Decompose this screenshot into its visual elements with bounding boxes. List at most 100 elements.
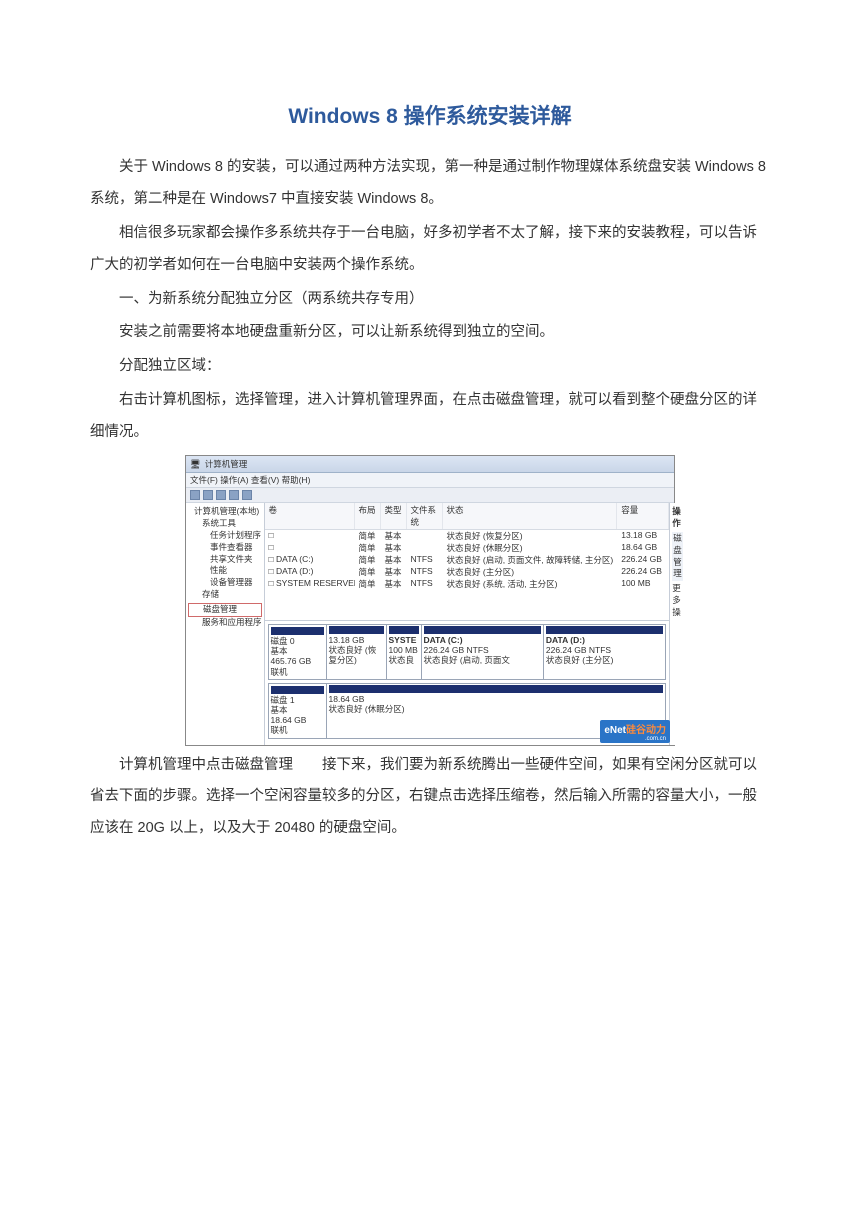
cell: NTFS — [407, 578, 443, 590]
part-title: DATA (D:) — [546, 635, 663, 645]
cell: 状态良好 (系统, 活动, 主分区) — [443, 578, 618, 590]
cell: 状态良好 (启动, 页面文件, 故障转储, 主分区) — [443, 554, 618, 566]
window-title: 计算机管理 — [205, 458, 248, 470]
part-status: 状态良好 (休眠分区) — [329, 704, 664, 714]
volume-row[interactable]: □ DATA (D:) 简单 基本 NTFS 状态良好 (主分区) 226.24… — [265, 566, 670, 578]
partition[interactable]: DATA (D:) 226.24 GB NTFS 状态良好 (主分区) — [544, 625, 665, 679]
paragraph-3: 安装之前需要将本地硬盘重新分区，可以让新系统得到独立的空间。 — [90, 317, 770, 349]
cell: □ DATA (C:) — [265, 554, 355, 566]
volume-row[interactable]: □ 简单 基本 状态良好 (恢复分区) 13.18 GB — [265, 530, 670, 542]
disk-status: 联机 — [271, 725, 324, 735]
actions-item[interactable]: 磁盘管理 — [672, 532, 683, 582]
col-fs[interactable]: 文件系统 — [407, 503, 443, 529]
cell: □ — [265, 530, 355, 542]
disk-size: 465.76 GB — [271, 656, 324, 666]
tree-device-manager[interactable]: 设备管理器 — [188, 577, 262, 589]
cell: NTFS — [407, 554, 443, 566]
disk-1-header: 磁盘 1 基本 18.64 GB 联机 — [269, 684, 327, 738]
toolbar[interactable] — [186, 488, 674, 503]
paragraph-6: 计算机管理中点击磁盘管理 接下来，我们要为新系统腾出一些硬件空间，如果有空闲分区… — [90, 750, 770, 846]
disk-type: 基本 — [271, 646, 324, 656]
disk-size: 18.64 GB — [271, 715, 324, 725]
app-icon: 🖥 — [190, 459, 201, 470]
tree-storage[interactable]: 存储 — [188, 589, 262, 601]
volume-row[interactable]: □ DATA (C:) 简单 基本 NTFS 状态良好 (启动, 页面文件, 故… — [265, 554, 670, 566]
col-volume[interactable]: 卷 — [265, 503, 355, 529]
disk-0-header: 磁盘 0 基本 465.76 GB 联机 — [269, 625, 327, 679]
tree-event-viewer[interactable]: 事件查看器 — [188, 542, 262, 554]
tree-disk-management[interactable]: 磁盘管理 — [188, 603, 262, 617]
cell: 100 MB — [617, 578, 669, 590]
part-title: SYSTE — [389, 635, 419, 645]
col-layout[interactable]: 布局 — [355, 503, 381, 529]
cell: 基本 — [381, 554, 407, 566]
logo-accent: 硅谷动力 — [626, 725, 666, 736]
paragraph-intro-1: 关于 Windows 8 的安装，可以通过两种方法实现，第一种是通过制作物理媒体… — [90, 152, 770, 216]
cell: NTFS — [407, 566, 443, 578]
refresh-icon[interactable] — [216, 490, 226, 500]
watermark-logo: eNet硅谷动力 .com.cn — [600, 720, 670, 743]
part-size: 18.64 GB — [329, 694, 664, 704]
tree-task-scheduler[interactable]: 任务计划程序 — [188, 530, 262, 542]
cell: 简单 — [355, 578, 381, 590]
col-status[interactable]: 状态 — [443, 503, 618, 529]
logo-sub: .com.cn — [604, 736, 666, 742]
disk-label: 磁盘 1 — [271, 695, 324, 705]
part-size: 100 MB — [389, 645, 419, 655]
tree-system-tools[interactable]: 系统工具 — [188, 518, 262, 530]
paragraph-4: 分配独立区域： — [90, 351, 770, 383]
cell: 简单 — [355, 566, 381, 578]
col-capacity[interactable]: 容量 — [617, 503, 669, 529]
actions-more[interactable]: 更多操 — [672, 583, 683, 619]
disk-0[interactable]: 磁盘 0 基本 465.76 GB 联机 13.18 GB 状态良好 (恢复分区… — [268, 624, 667, 680]
actions-title: 操作 — [672, 506, 683, 530]
volume-row[interactable]: □ 简单 基本 状态良好 (休眠分区) 18.64 GB — [265, 542, 670, 554]
cell: □ — [265, 542, 355, 554]
cell: 18.64 GB — [617, 542, 669, 554]
cell — [407, 530, 443, 542]
disk-status: 联机 — [271, 667, 324, 677]
part-title: DATA (C:) — [424, 635, 541, 645]
embedded-screenshot: 🖥 计算机管理 文件(F) 操作(A) 查看(V) 帮助(H) 计算机管理(本地… — [185, 455, 675, 746]
tree-shared-folders[interactable]: 共享文件夹 — [188, 554, 262, 566]
paragraph-5: 右击计算机图标，选择管理，进入计算机管理界面，在点击磁盘管理，就可以看到整个硬盘… — [90, 385, 770, 449]
cell: 简单 — [355, 530, 381, 542]
section-heading-1: 一、为新系统分配独立分区（两系统共存专用） — [90, 284, 770, 316]
part-size: 226.24 GB NTFS — [546, 645, 663, 655]
cell: 226.24 GB — [617, 554, 669, 566]
cell: 基本 — [381, 530, 407, 542]
tree-services[interactable]: 服务和应用程序 — [188, 617, 262, 629]
col-type[interactable]: 类型 — [381, 503, 407, 529]
part-status: 状态良好 (恢复分区) — [329, 645, 384, 665]
tree-root[interactable]: 计算机管理(本地) — [188, 506, 262, 518]
logo-brand: eNet — [604, 725, 626, 736]
cell: 状态良好 (主分区) — [443, 566, 618, 578]
volume-header: 卷 布局 类型 文件系统 状态 容量 — [265, 503, 670, 530]
disk-label: 磁盘 0 — [271, 636, 324, 646]
part-size: 13.18 GB — [329, 635, 384, 645]
tree-panel[interactable]: 计算机管理(本地) 系统工具 任务计划程序 事件查看器 共享文件夹 性能 设备管… — [186, 503, 265, 745]
help-icon[interactable] — [242, 490, 252, 500]
disk-type: 基本 — [271, 705, 324, 715]
cell: □ DATA (D:) — [265, 566, 355, 578]
part-status: 状态良好 (启动, 页面文 — [424, 655, 541, 665]
view-icon[interactable] — [229, 490, 239, 500]
forward-icon[interactable] — [203, 490, 213, 500]
cell: 状态良好 (休眠分区) — [443, 542, 618, 554]
part-status: 状态良好 (主分区) — [546, 655, 663, 665]
volume-row[interactable]: □ SYSTEM RESERVED 简单 基本 NTFS 状态良好 (系统, 活… — [265, 578, 670, 590]
document-title: Windows 8 操作系统安装详解 — [90, 100, 770, 130]
cell: 状态良好 (恢复分区) — [443, 530, 618, 542]
part-status: 状态良 — [389, 655, 419, 665]
cell: 基本 — [381, 578, 407, 590]
cell: 简单 — [355, 542, 381, 554]
cell: 基本 — [381, 566, 407, 578]
back-icon[interactable] — [190, 490, 200, 500]
partition[interactable]: DATA (C:) 226.24 GB NTFS 状态良好 (启动, 页面文 — [422, 625, 544, 679]
actions-panel: 操作 磁盘管理 更多操 — [669, 503, 685, 745]
partition[interactable]: 13.18 GB 状态良好 (恢复分区) — [327, 625, 387, 679]
window-titlebar: 🖥 计算机管理 — [186, 456, 674, 473]
partition[interactable]: SYSTE 100 MB 状态良 — [387, 625, 422, 679]
menu-bar[interactable]: 文件(F) 操作(A) 查看(V) 帮助(H) — [186, 473, 674, 488]
tree-performance[interactable]: 性能 — [188, 565, 262, 577]
